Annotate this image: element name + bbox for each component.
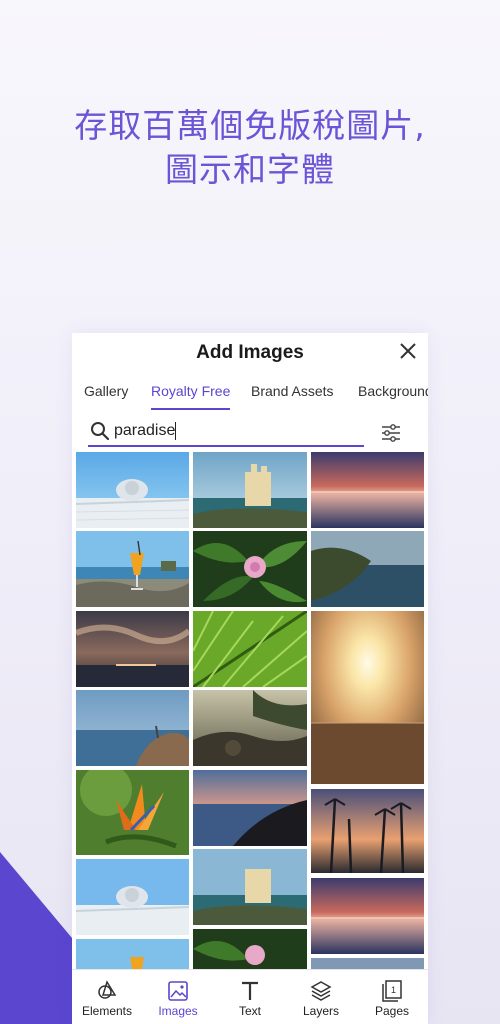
layers-icon [310, 981, 332, 1001]
nav-layers-label: Layers [302, 1004, 340, 1018]
image-tile-cocktail-2[interactable] [76, 939, 189, 969]
search-bar [88, 417, 364, 447]
search-input[interactable] [114, 420, 354, 442]
pages-icon: 1 [382, 980, 402, 1002]
tab-gallery[interactable]: Gallery [84, 381, 128, 411]
image-tile-ocean-sunset-2[interactable] [311, 878, 424, 954]
bottom-nav: Elements Images Text Layers 1 Pages [72, 969, 428, 1024]
image-tile-leaves-flower-2[interactable] [193, 929, 307, 969]
image-tile-castle-hotel-2[interactable] [193, 849, 307, 925]
add-images-panel: Add Images Gallery Royalty Free Brand As… [72, 333, 428, 1024]
image-tile-beach-sunset[interactable] [193, 770, 307, 846]
pages-badge: 1 [391, 985, 396, 995]
nav-text-label: Text [238, 1004, 261, 1018]
headline-line-1: 存取百萬個免版稅圖片, [74, 106, 426, 145]
text-icon [242, 981, 258, 1000]
nav-pages-label: Pages [374, 1004, 410, 1018]
close-icon[interactable] [396, 339, 420, 363]
nav-text[interactable]: Text [220, 976, 280, 1024]
image-icon [168, 981, 188, 1001]
headline-line-2: 圖示和字體 [165, 150, 335, 189]
dialog-title: Add Images [196, 342, 304, 363]
image-tile-rocky-shore[interactable] [193, 690, 307, 766]
shapes-icon [98, 980, 117, 999]
nav-elements[interactable]: Elements [77, 976, 137, 1024]
tab-brand-assets[interactable]: Brand Assets [251, 381, 334, 411]
image-tile-bird-of-paradise[interactable] [76, 770, 189, 855]
image-tile-desert-sun[interactable] [311, 611, 424, 784]
text-caret [175, 422, 176, 440]
nav-pages[interactable]: 1 Pages [362, 976, 422, 1024]
nav-images[interactable]: Images [148, 976, 208, 1024]
image-tile-blue-sea-rocks[interactable] [76, 690, 189, 766]
nav-images-label: Images [158, 1004, 198, 1018]
tab-backgrounds[interactable]: Backgrounds [358, 381, 428, 411]
search-icon [91, 422, 110, 441]
headline: 存取百萬個免版稅圖片, 圖示和字體 [0, 104, 500, 192]
nav-layers[interactable]: Layers [291, 976, 351, 1024]
corner-decoration-fill [0, 938, 72, 1024]
image-tile-stormy-sunset[interactable] [76, 611, 189, 687]
image-tile-pool[interactable] [76, 452, 189, 528]
image-tile-cocktail[interactable] [76, 531, 189, 607]
image-tile-coastline[interactable] [311, 531, 424, 607]
sliders-icon[interactable] [380, 422, 402, 444]
image-tile-leaves-flower[interactable] [193, 531, 307, 607]
corner-decoration [0, 852, 72, 938]
tab-royalty-free[interactable]: Royalty Free [151, 381, 231, 411]
image-tile-ocean-sunset[interactable] [311, 452, 424, 528]
image-tile-pool-2[interactable] [76, 859, 189, 935]
image-tile-palm-frond[interactable] [193, 611, 307, 687]
image-tile-castle-hotel[interactable] [193, 452, 307, 528]
nav-elements-label: Elements [81, 1004, 133, 1018]
image-tile-palm-silhouettes[interactable] [311, 789, 424, 873]
image-tile-ocean-view[interactable] [311, 958, 424, 969]
